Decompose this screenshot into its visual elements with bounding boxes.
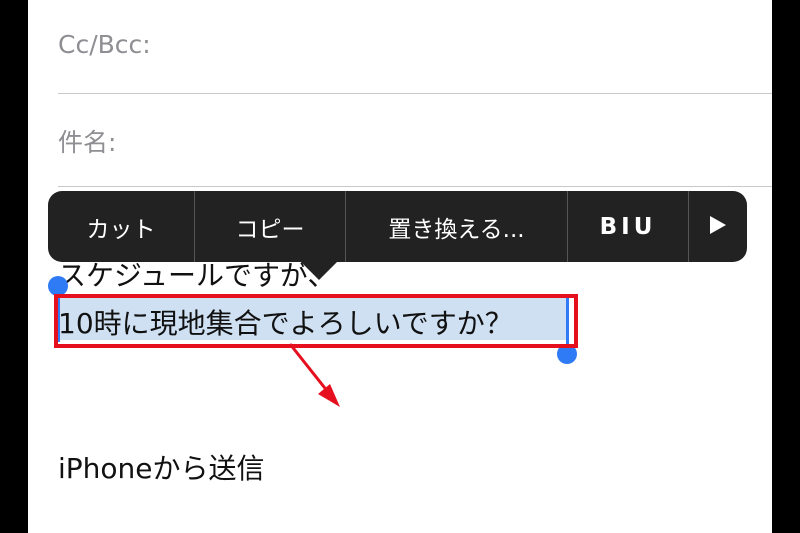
mail-compose-screen: Cc/Bcc: 件名: スケジュールですが、 10時に現地集合でよろしいですか？… [28,0,772,533]
replace-button[interactable]: 置き換える... [346,191,568,262]
copy-button[interactable]: コピー [195,191,346,262]
edit-context-menu: カット コピー 置き換える... BIU [48,191,747,262]
format-biu-button[interactable]: BIU [568,191,689,262]
more-button[interactable] [689,191,747,262]
format-biu-label: BIU [599,213,657,240]
cut-button[interactable]: カット [48,191,195,262]
play-triangle-icon [710,214,726,240]
email-signature[interactable]: iPhoneから送信 [58,447,265,487]
menu-pointer-arrow [301,262,337,280]
